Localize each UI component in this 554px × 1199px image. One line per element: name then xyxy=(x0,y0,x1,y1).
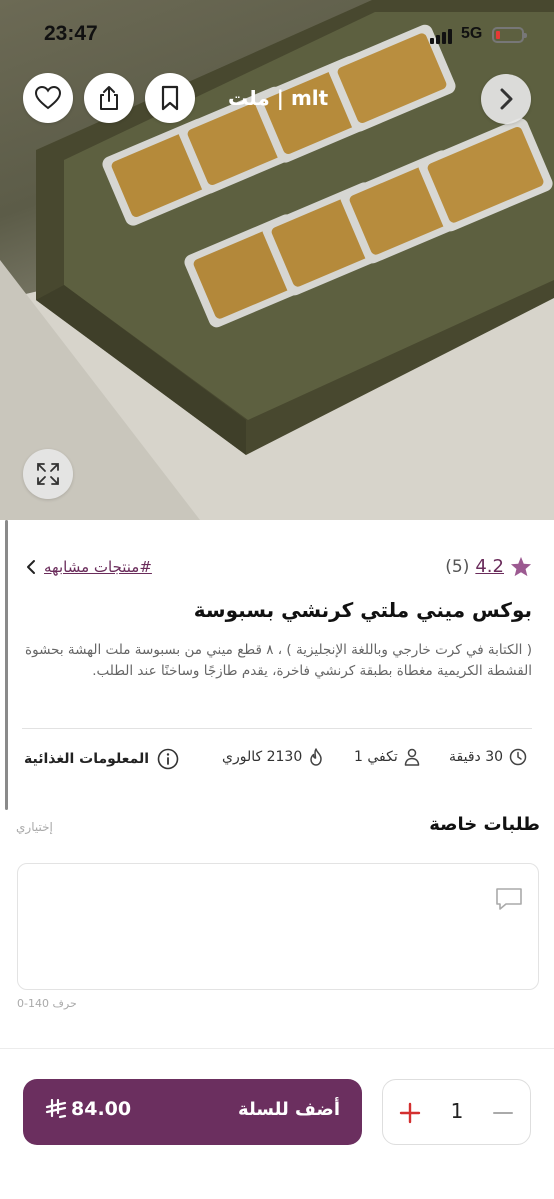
decrease-quantity-button[interactable] xyxy=(486,1096,520,1130)
similar-products-link[interactable]: #منتجات مشابهه xyxy=(26,558,152,576)
status-time: 23:47 xyxy=(44,22,98,45)
prep-time-info: 30 دقيقة xyxy=(449,748,527,766)
product-rating[interactable]: (5) 4.2 xyxy=(445,556,532,577)
bookmark-icon xyxy=(161,85,179,111)
price-value: 84.00 xyxy=(71,1098,132,1120)
expand-image-button[interactable] xyxy=(23,449,73,499)
message-icon xyxy=(496,888,522,910)
product-image: 23:47 5G ملت | mlt xyxy=(0,0,554,520)
scroll-indicator xyxy=(5,520,8,810)
share-button[interactable] xyxy=(84,73,134,123)
star-icon xyxy=(510,556,532,577)
add-to-cart-label: أضف للسلة xyxy=(238,1099,340,1120)
calories-value: 2130 كالوري xyxy=(222,749,303,765)
add-to-cart-button[interactable]: 84.00 أضف للسلة xyxy=(23,1079,362,1145)
chevron-right-icon xyxy=(500,88,513,110)
char-limit: 0-140 حرف xyxy=(17,997,77,1010)
special-requests-input[interactable] xyxy=(17,863,539,990)
serves-value: تكفي 1 xyxy=(354,749,398,765)
product-description: ( الكتابة في كرت خارجي وباللغة الإنجليزي… xyxy=(25,642,532,679)
info-icon xyxy=(157,748,179,770)
rating-value: 4.2 xyxy=(475,556,504,577)
signal-icon xyxy=(430,28,456,44)
rating-count: (5) xyxy=(445,556,470,577)
divider xyxy=(22,728,532,729)
page-title: ملت | mlt xyxy=(228,86,329,110)
product-meta: المعلومات الغذائية 2130 كالوري تكفي 1 30… xyxy=(24,748,534,774)
cart-price: 84.00 xyxy=(45,1098,131,1120)
riyal-icon xyxy=(45,1099,67,1119)
heart-icon xyxy=(35,86,61,110)
status-bar: 23:47 5G xyxy=(0,0,554,70)
optional-label: إختياري xyxy=(16,820,53,834)
special-requests-title: طلبات خاصة xyxy=(429,814,540,835)
calories-info: 2130 كالوري xyxy=(222,748,324,766)
nutrition-info-button[interactable]: المعلومات الغذائية xyxy=(24,748,179,770)
network-label: 5G xyxy=(461,25,483,42)
bookmark-button[interactable] xyxy=(145,73,195,123)
battery-icon xyxy=(492,27,527,43)
product-title: بوكس ميني ملتي كرنشي بسبوسة xyxy=(193,598,532,622)
serves-info: تكفي 1 xyxy=(354,748,420,766)
flame-icon xyxy=(310,748,322,766)
share-icon xyxy=(100,86,118,110)
next-button[interactable] xyxy=(481,74,531,124)
similar-products-label: #منتجات مشابهه xyxy=(44,558,152,576)
minus-icon xyxy=(493,1112,513,1114)
prep-time-value: 30 دقيقة xyxy=(449,749,504,765)
person-icon xyxy=(404,748,420,766)
expand-icon xyxy=(37,463,59,485)
product-photo xyxy=(0,0,554,520)
nutrition-label: المعلومات الغذائية xyxy=(24,751,150,767)
chevron-left-icon xyxy=(27,560,35,574)
clock-icon xyxy=(509,748,527,766)
favorite-button[interactable] xyxy=(23,73,73,123)
quantity-stepper[interactable]: 1 xyxy=(382,1079,531,1145)
plus-icon xyxy=(399,1102,421,1124)
increase-quantity-button[interactable] xyxy=(393,1096,427,1130)
quantity-value: 1 xyxy=(450,1099,464,1123)
